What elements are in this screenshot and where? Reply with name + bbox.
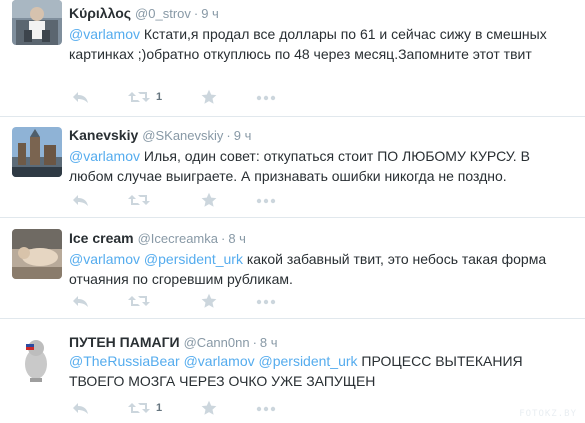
favorite-button[interactable] (201, 293, 217, 309)
favorite-button[interactable] (201, 192, 217, 208)
reply-button[interactable] (72, 192, 89, 208)
tweet-actions (72, 192, 292, 208)
tweet-actions: 1 (72, 400, 292, 416)
author-name[interactable]: Κύριλλος (69, 5, 131, 21)
author-username[interactable]: @SKanevskiy (142, 128, 223, 143)
mention-link[interactable]: @TheRussiaBear (69, 353, 180, 369)
star-icon (201, 293, 217, 308)
favorite-button[interactable] (201, 89, 217, 105)
more-button[interactable] (256, 293, 276, 309)
retweet-button[interactable] (128, 192, 150, 208)
star-icon (201, 89, 217, 104)
tweet-timestamp[interactable]: 8 ч (228, 231, 246, 246)
tweet-text: @varlamov Кстати,я продал все доллары по… (69, 24, 574, 64)
retweet-count: 1 (156, 91, 163, 103)
retweet-icon (128, 92, 150, 102)
tweet-header: Kanevskiy @SKanevskiy · 9 ч (69, 126, 251, 145)
avatar[interactable] (12, 334, 62, 384)
separator-dot: · (193, 6, 199, 21)
separator-dot: · (221, 231, 226, 246)
star-icon (201, 192, 217, 207)
more-dots-icon (256, 299, 276, 305)
reply-button[interactable] (72, 89, 89, 105)
reply-button[interactable] (72, 293, 89, 309)
retweet-icon (128, 403, 150, 413)
more-dots-icon (256, 198, 276, 204)
separator-dot: · (252, 335, 257, 350)
avatar[interactable] (12, 229, 62, 279)
tweet-text: @varlamov @persident_urk какой забавный … (69, 249, 574, 289)
author-name[interactable]: Kanevskiy (69, 127, 138, 143)
watermark: FOTOKZ.BY (519, 409, 577, 419)
author-name[interactable]: ПУТЕН ПАМАГИ (69, 334, 180, 350)
author-username[interactable]: @0_strov (135, 6, 191, 21)
avatar[interactable] (12, 127, 62, 177)
tweet-header: ПУТЕН ПАМАГИ @Cann0nn · 8 ч (69, 333, 278, 352)
star-icon (201, 400, 217, 415)
more-dots-icon (256, 95, 276, 101)
tweet-actions (72, 293, 292, 309)
mention-link[interactable]: @varlamov (69, 251, 140, 267)
mention-link[interactable]: @varlamov (69, 148, 140, 164)
more-button[interactable] (256, 400, 276, 416)
tweet-text: @TheRussiaBear @varlamov @persident_urk … (69, 351, 574, 391)
tweet-timestamp[interactable]: 9 ч (201, 6, 219, 21)
mention-link[interactable]: @varlamov (69, 26, 140, 42)
retweet-count: 1 (156, 402, 163, 414)
reply-icon (73, 195, 88, 206)
tweet-header: Κύριλλος @0_strov · 9 ч (69, 4, 219, 23)
retweet-button[interactable] (128, 89, 150, 105)
mention-link[interactable]: @varlamov (184, 353, 255, 369)
separator-dot: · (226, 128, 231, 143)
tweet-text: @varlamov Илья, один совет: откупаться с… (69, 146, 574, 186)
tweet-timestamp[interactable]: 9 ч (234, 128, 252, 143)
favorite-button[interactable] (201, 400, 217, 416)
tweet-text-segment: Кстати,я продал все доллары по 61 и сейч… (69, 26, 547, 62)
mention-link[interactable]: @persident_urk (144, 251, 243, 267)
reply-button[interactable] (72, 400, 89, 416)
retweet-icon (128, 296, 150, 306)
retweet-button[interactable] (128, 400, 150, 416)
reply-icon (73, 403, 88, 414)
reply-icon (73, 92, 88, 103)
mention-link[interactable]: @persident_urk (259, 353, 358, 369)
author-username[interactable]: @Cann0nn (184, 335, 250, 350)
author-name[interactable]: Ice cream (69, 230, 134, 246)
retweet-button[interactable] (128, 293, 150, 309)
tweet[interactable]: Κύριλλος @0_strov · 9 ч @varlamov Кстати,я … (0, 0, 585, 117)
tweet[interactable]: ПУТЕН ПАМАГИ @Cann0nn · 8 ч @TheRussiaBear … (0, 319, 585, 423)
tweet-timestamp[interactable]: 8 ч (260, 335, 278, 350)
tweet-header: Ice cream @Icecreamka · 8 ч (69, 229, 246, 248)
more-dots-icon (256, 406, 276, 412)
retweet-icon (128, 195, 150, 205)
more-button[interactable] (256, 89, 276, 105)
more-button[interactable] (256, 192, 276, 208)
tweet[interactable]: Kanevskiy @SKanevskiy · 9 ч @varlamov Илья,… (0, 117, 585, 218)
author-username[interactable]: @Icecreamka (138, 231, 218, 246)
tweet-actions: 1 (72, 89, 292, 105)
avatar[interactable] (12, 0, 62, 45)
reply-icon (73, 296, 88, 307)
tweet[interactable]: Ice cream @Icecreamka · 8 ч @varlamov @pers… (0, 218, 585, 319)
